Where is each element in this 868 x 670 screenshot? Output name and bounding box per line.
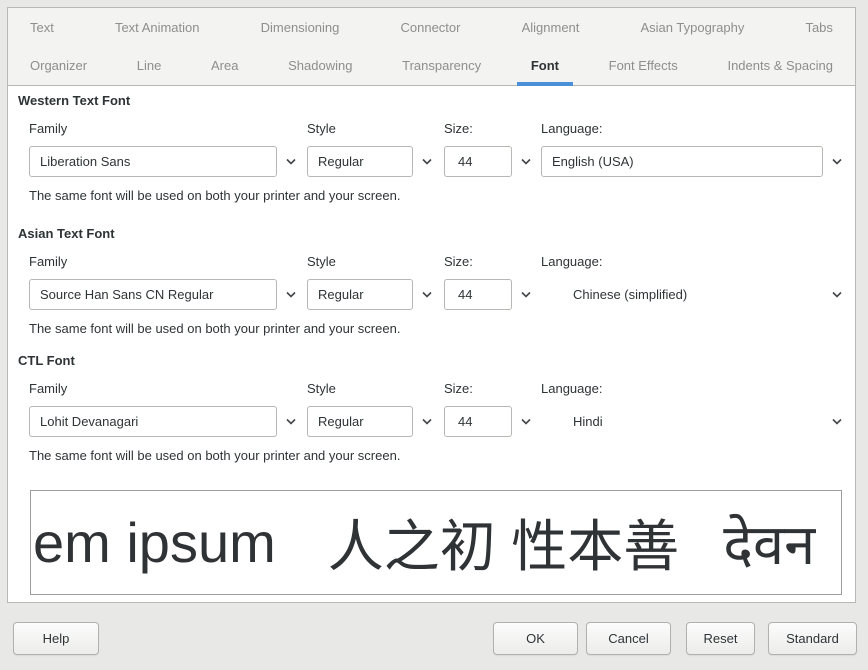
asian-language-value: Chinese (simplified) [573,287,823,302]
font-preview-box: em ipsum 人之初 性本善 देवन [30,490,842,595]
tab-dimensioning[interactable]: Dimensioning [261,20,340,35]
section-ctl-font: CTL Font Family Style Size: [18,353,843,368]
chevron-down-icon[interactable] [421,418,433,426]
ctl-family-input[interactable] [29,406,277,437]
chevron-down-icon[interactable] [831,291,843,299]
section-heading: Asian Text Font [18,226,843,241]
cancel-button[interactable]: Cancel [586,622,671,655]
standard-button[interactable]: Standard [768,622,857,655]
printer-screen-note: The same font will be used on both your … [29,321,400,336]
tab-line[interactable]: Line [137,58,162,73]
chevron-down-icon[interactable] [520,418,532,426]
preview-western-text: em ipsum [33,510,276,575]
western-size-input[interactable] [444,146,512,177]
family-label: Family [29,381,299,396]
character-dialog-notebook: Text Text Animation Dimensioning Connect… [7,7,856,603]
language-label: Language: [541,381,843,396]
ctl-style-input[interactable] [307,406,413,437]
family-label: Family [29,254,299,269]
ctl-language-value: Hindi [573,414,823,429]
preview-asian-text: 人之初 性本善 [328,502,680,583]
tab-asian-typography[interactable]: Asian Typography [641,20,745,35]
chevron-down-icon[interactable] [285,158,297,166]
asian-style-input[interactable] [307,279,413,310]
ok-button[interactable]: OK [493,622,578,655]
tab-font-effects[interactable]: Font Effects [609,58,678,73]
ctl-language-select[interactable]: Hindi [541,406,843,437]
size-label: Size: [444,254,544,269]
preview-ctl-text: देवन [723,505,815,581]
size-label: Size: [444,381,544,396]
chevron-down-icon[interactable] [285,418,297,426]
tab-shadowing[interactable]: Shadowing [288,58,352,73]
tab-header: Text Text Animation Dimensioning Connect… [8,8,855,86]
western-language-input[interactable] [541,146,823,177]
chevron-down-icon[interactable] [421,158,433,166]
chevron-down-icon[interactable] [285,291,297,299]
help-button[interactable]: Help [13,622,99,655]
style-label: Style [307,254,437,269]
western-family-input[interactable] [29,146,277,177]
tab-text-animation[interactable]: Text Animation [115,20,200,35]
tab-organizer[interactable]: Organizer [30,58,87,73]
chevron-down-icon[interactable] [831,158,843,166]
family-label: Family [29,121,299,136]
section-heading: CTL Font [18,353,843,368]
section-western-text-font: Western Text Font Family Style Size: [18,93,843,108]
asian-language-select[interactable]: Chinese (simplified) [541,279,843,310]
chevron-down-icon[interactable] [831,418,843,426]
tab-area[interactable]: Area [211,58,238,73]
tab-row-2: Organizer Line Area Shadowing Transparen… [30,47,833,86]
chevron-down-icon[interactable] [520,291,532,299]
ctl-size-input[interactable] [444,406,512,437]
tab-transparency[interactable]: Transparency [402,58,481,73]
tab-text[interactable]: Text [30,20,54,35]
chevron-down-icon[interactable] [421,291,433,299]
tab-indents-spacing[interactable]: Indents & Spacing [727,58,833,73]
printer-screen-note: The same font will be used on both your … [29,188,400,203]
tab-row-1: Text Text Animation Dimensioning Connect… [30,8,833,47]
asian-family-input[interactable] [29,279,277,310]
tab-alignment[interactable]: Alignment [522,20,580,35]
western-style-input[interactable] [307,146,413,177]
asian-size-input[interactable] [444,279,512,310]
section-asian-text-font: Asian Text Font Family Style Size: [18,226,843,241]
style-label: Style [307,121,437,136]
language-label: Language: [541,121,843,136]
tab-tabs[interactable]: Tabs [805,20,832,35]
chevron-down-icon[interactable] [520,158,532,166]
tab-connector[interactable]: Connector [400,20,460,35]
reset-button[interactable]: Reset [686,622,755,655]
printer-screen-note: The same font will be used on both your … [29,448,400,463]
size-label: Size: [444,121,544,136]
language-label: Language: [541,254,843,269]
section-heading: Western Text Font [18,93,843,108]
tab-font[interactable]: Font [531,58,559,73]
style-label: Style [307,381,437,396]
